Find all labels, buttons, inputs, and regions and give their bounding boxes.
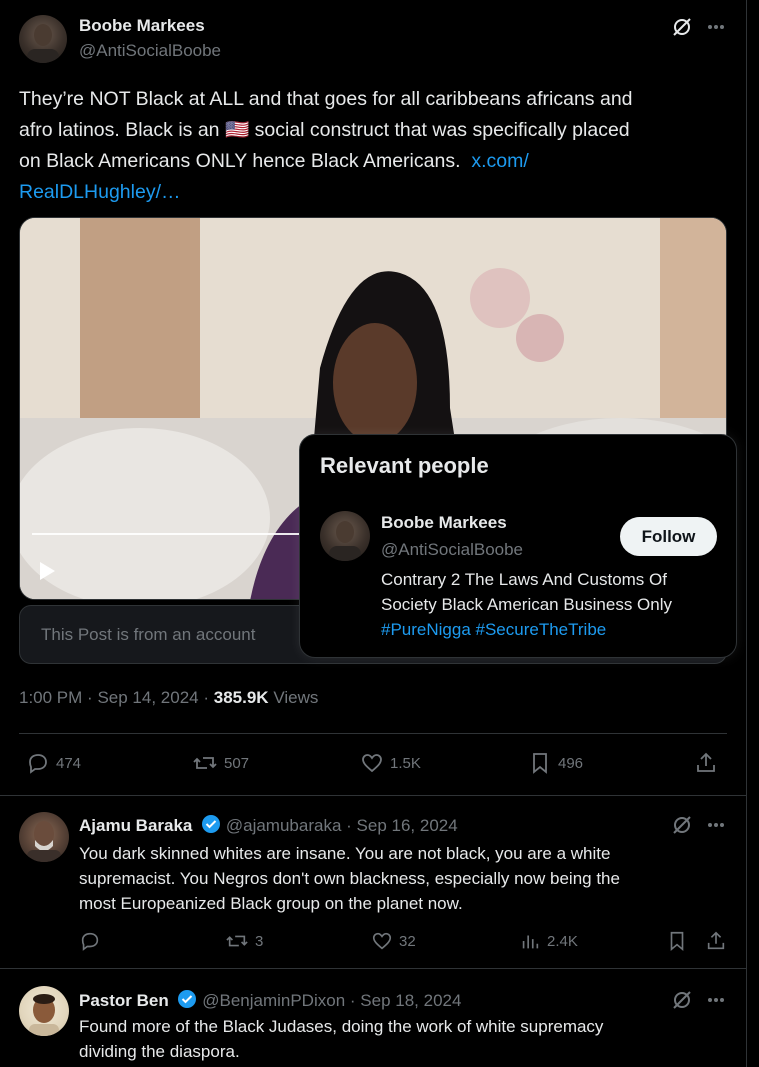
like-count: 32: [399, 932, 416, 950]
heart-icon: [362, 754, 382, 773]
reply-post[interactable]: Pastor Ben @BenjaminPDixon · Sep 18, 202…: [0, 969, 747, 1067]
repost-count: 507: [224, 754, 250, 772]
reply-button[interactable]: 474: [26, 751, 81, 775]
share-button[interactable]: [694, 751, 718, 775]
more-options-icon[interactable]: [703, 812, 729, 838]
reply-count: 474: [56, 754, 82, 772]
reply-button[interactable]: [79, 930, 101, 952]
relevant-person-handle[interactable]: @AntiSocialBoobe: [381, 540, 523, 560]
video-progress-track[interactable]: [32, 533, 302, 535]
bookmark-button[interactable]: [666, 930, 688, 952]
reply-date[interactable]: Sep 18, 2024: [360, 991, 461, 1010]
repost-icon: [193, 757, 217, 769]
reply-text-line: most Europeanized Black group on the pla…: [79, 894, 463, 913]
share-icon: [707, 931, 725, 950]
bookmark-count: 496: [558, 754, 584, 772]
grok-icon[interactable]: [669, 14, 695, 40]
reply-post[interactable]: Ajamu Baraka @ajamubaraka · Sep 16, 2024…: [0, 796, 747, 968]
views-button[interactable]: 2.4K: [519, 930, 578, 952]
timeline-column: Boobe Markees @AntiSocialBoobe They’re N…: [0, 0, 747, 1067]
repost-count: 3: [255, 932, 264, 950]
follow-button[interactable]: Follow: [620, 517, 717, 556]
reply-text: Found more of the Black Judases, doing t…: [79, 1014, 729, 1064]
bookmark-icon: [533, 753, 547, 774]
share-icon: [697, 752, 715, 772]
post-text-line: afro latinos. Black is an 🇺🇸 social cons…: [19, 115, 729, 146]
post-link-continued[interactable]: RealDLHughley/…: [19, 181, 181, 203]
reply-author-name[interactable]: Ajamu Baraka: [79, 816, 192, 835]
relevant-person-name[interactable]: Boobe Markees: [381, 513, 507, 533]
post-actions: 474 507 1.5K 496: [26, 749, 726, 777]
meta-separator: ·: [87, 688, 93, 707]
reply-actions: 3 32 2.4K: [79, 930, 729, 954]
author-handle[interactable]: @AntiSocialBoobe: [79, 41, 221, 61]
us-flag-emoji: 🇺🇸: [224, 119, 250, 141]
meta-separator: ·: [346, 816, 352, 835]
reply-header: Ajamu Baraka @ajamubaraka · Sep 16, 2024: [79, 814, 458, 836]
views-count: 2.4K: [547, 932, 578, 950]
post-link[interactable]: x.com/: [471, 150, 528, 172]
meta-separator: ·: [349, 991, 356, 1010]
like-button[interactable]: 1.5K: [360, 751, 421, 775]
grok-icon[interactable]: [669, 812, 695, 838]
views-count: 385.9K: [213, 688, 269, 707]
views-label: Views: [273, 688, 319, 707]
reply-text-line: dividing the diaspora.: [79, 1042, 240, 1061]
hashtag-link[interactable]: #PureNigga: [381, 620, 471, 639]
heart-icon: [372, 932, 392, 950]
share-button[interactable]: [705, 930, 727, 952]
relevant-person-avatar[interactable]: [320, 511, 370, 561]
post-meta: 1:00 PM · Sep 14, 2024 · 385.9K Views: [19, 688, 318, 708]
more-options-icon[interactable]: [703, 987, 729, 1013]
bookmark-icon: [670, 931, 684, 952]
post-time[interactable]: 1:00 PM: [19, 688, 82, 707]
post-text-line: They’re NOT Black at ALL and that goes f…: [19, 88, 633, 110]
verified-badge-icon: [201, 814, 221, 834]
post-text-segment: social construct that was specifically p…: [249, 119, 630, 141]
reply-avatar[interactable]: [19, 986, 69, 1036]
author-name[interactable]: Boobe Markees: [79, 16, 205, 36]
bookmark-button[interactable]: 496: [528, 751, 583, 775]
bio-line: Contrary 2 The Laws And Customs Of: [381, 570, 667, 589]
relevant-person-bio: Contrary 2 The Laws And Customs Of Socie…: [381, 567, 721, 642]
play-icon[interactable]: [34, 558, 60, 584]
reply-icon: [81, 932, 99, 951]
relevant-people-title: Relevant people: [320, 453, 489, 478]
reply-author-name[interactable]: Pastor Ben: [79, 991, 169, 1010]
post-text-segment: afro latinos. Black is an: [19, 119, 225, 141]
more-options-icon[interactable]: [703, 14, 729, 40]
reply-header: Pastor Ben @BenjaminPDixon · Sep 18, 202…: [79, 989, 461, 1011]
hashtag-link[interactable]: #SecureTheTribe: [476, 620, 607, 639]
post-text-line: on Black Americans ONLY hence Black Amer…: [19, 146, 729, 177]
account-notice-text: This Post is from an account: [41, 625, 256, 644]
reply-avatar[interactable]: [19, 812, 69, 862]
like-button[interactable]: 32: [371, 930, 416, 952]
bio-hashtags: #PureNigga #SecureTheTribe: [381, 617, 721, 642]
repost-button[interactable]: 507: [192, 751, 249, 775]
post-text-segment: on Black Americans ONLY hence Black Amer…: [19, 150, 461, 172]
reply-text: You dark skinned whites are insane. You …: [79, 841, 729, 916]
post-date[interactable]: Sep 14, 2024: [97, 688, 198, 707]
reply-date[interactable]: Sep 16, 2024: [357, 816, 458, 835]
analytics-icon: [522, 935, 539, 949]
grok-icon[interactable]: [669, 987, 695, 1013]
post-text: They’re NOT Black at ALL and that goes f…: [19, 84, 729, 208]
reply-text-line: supremacist. You Negros don't own blackn…: [79, 869, 620, 888]
post-text-line: RealDLHughley/…: [19, 177, 729, 208]
meta-separator: ·: [203, 688, 210, 707]
like-count: 1.5K: [390, 754, 421, 772]
repost-button[interactable]: 3: [225, 930, 263, 952]
reply-text-line: Found more of the Black Judases, doing t…: [79, 1017, 604, 1036]
bio-line: Society Black American Business Only: [381, 595, 673, 614]
scrollbar[interactable]: [748, 0, 759, 1067]
relevant-people-card: Relevant people Boobe Markees @AntiSocia…: [299, 434, 737, 658]
reply-handle[interactable]: @ajamubaraka: [226, 816, 342, 835]
verified-badge-icon: [177, 989, 197, 1009]
author-avatar[interactable]: [19, 15, 67, 63]
reply-icon: [29, 754, 47, 774]
repost-icon: [226, 935, 248, 947]
reply-text-line: You dark skinned whites are insane. You …: [79, 844, 611, 863]
reply-handle[interactable]: @BenjaminPDixon: [202, 991, 345, 1010]
divider: [19, 733, 727, 734]
